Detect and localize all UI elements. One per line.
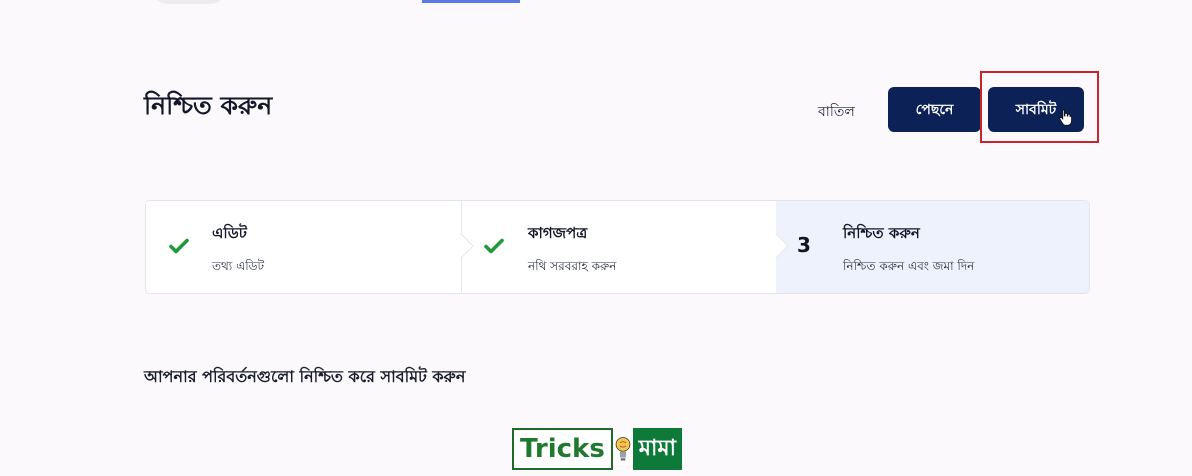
step-subtitle: তথ্য এডিট — [212, 259, 265, 273]
watermark-right-text: মামা — [632, 428, 682, 470]
submit-button[interactable]: সাবমিট — [988, 87, 1084, 132]
step-documents: কাগজপত্র নথি সরবরাহ করুন — [461, 201, 789, 293]
lightbulb-icon — [612, 432, 633, 466]
cancel-link[interactable]: বাতিল — [818, 100, 855, 124]
progress-stepper: এডিট তথ্য এডিট কাগজপত্র নথি সরবরাহ করুন … — [145, 200, 1090, 294]
avatar-edge — [150, 0, 228, 4]
confirm-message: আপনার পরিবর্তনগুলো নিশ্চিত করে সাবমিট কর… — [144, 367, 466, 386]
back-button[interactable]: পেছনে — [888, 87, 981, 132]
step-edit: এডিট তথ্য এডিট — [146, 201, 474, 293]
step-subtitle: নথি সরবরাহ করুন — [528, 259, 617, 273]
page-title: নিশ্চিত করুন — [144, 91, 273, 120]
step-title: নিশ্চিত করুন — [843, 224, 920, 242]
top-link-underline — [422, 0, 520, 3]
step-number: 3 — [797, 233, 811, 257]
check-icon — [484, 238, 504, 254]
step-subtitle: নিশ্চিত করুন এবং জমা দিন — [843, 259, 975, 273]
step-title: এডিট — [212, 224, 247, 242]
watermark-logo: Tricks মামা — [512, 428, 682, 470]
watermark-left-text: Tricks — [512, 428, 613, 470]
step-title: কাগজপত্র — [528, 224, 588, 242]
check-icon — [169, 238, 189, 254]
step-confirm: 3 নিশ্চিত করুন নিশ্চিত করুন এবং জমা দিন — [776, 201, 1089, 293]
